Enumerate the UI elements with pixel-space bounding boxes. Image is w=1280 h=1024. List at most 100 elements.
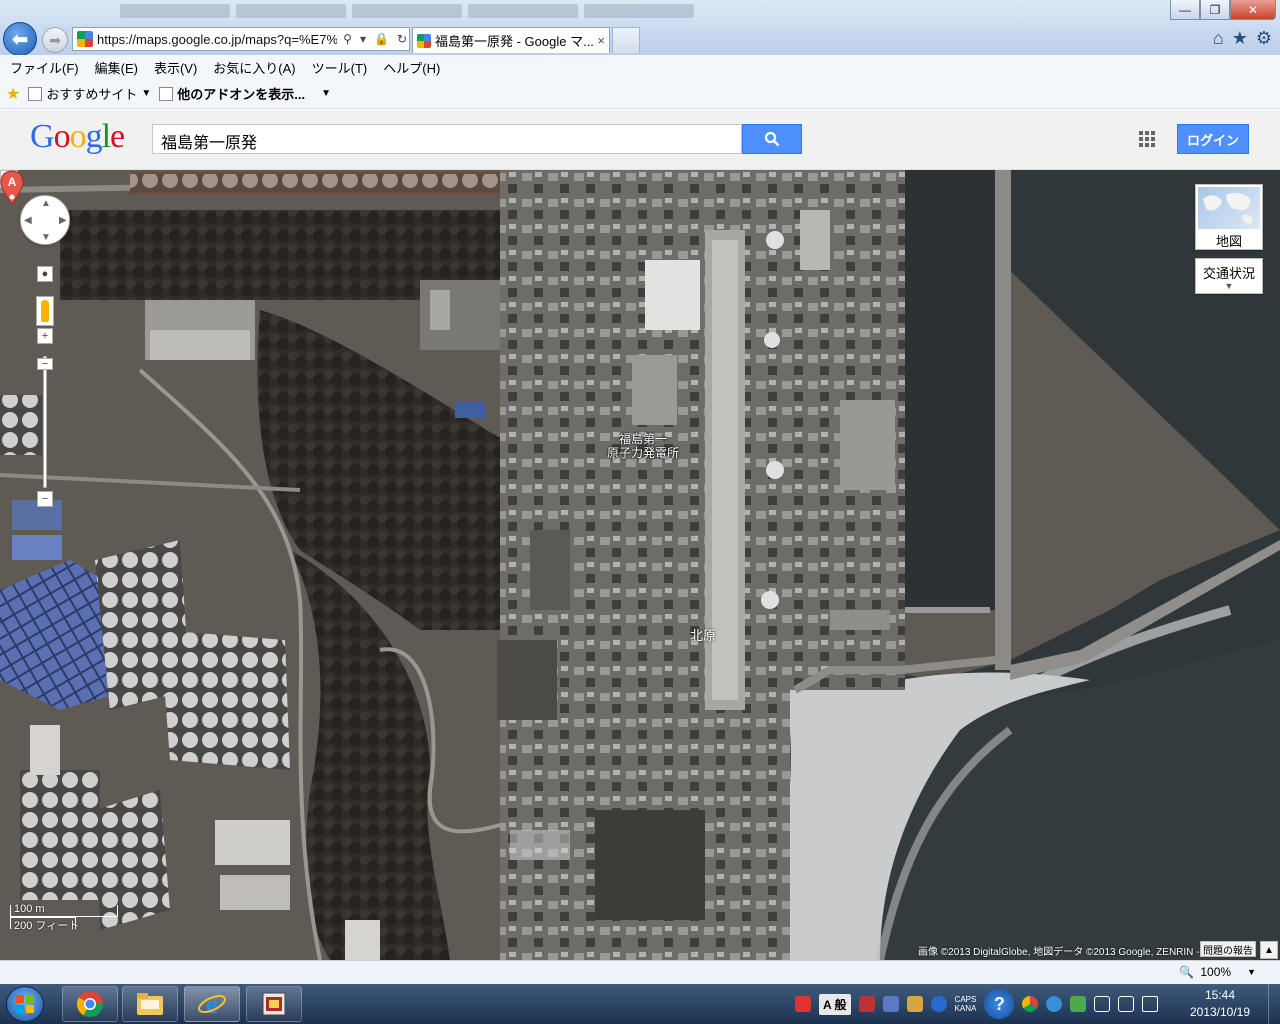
traffic-button[interactable]: 交通状況 ▼ [1195, 258, 1263, 294]
favorite-addons[interactable]: 他のアドオンを表示... [159, 84, 305, 103]
system-tray: A 般 CAPS KANA ? [795, 988, 1175, 1020]
pan-down-icon[interactable]: ▼ [41, 232, 51, 243]
tab-google-maps[interactable]: 福島第一原発 - Google マ... × [412, 27, 610, 53]
report-problem-link[interactable]: 問題の報告 [1200, 941, 1256, 957]
arrow-left-icon: ⬅ [11, 28, 29, 51]
favorites-star-icon[interactable]: ★ [1232, 28, 1248, 49]
satellite-imagery [0, 170, 1280, 960]
world-map-icon [1203, 192, 1253, 224]
pan-left-icon[interactable]: ◀ [24, 215, 32, 226]
ie-toolbar-icons: ⌂ ★ ⚙ [1213, 28, 1272, 49]
pan-up-icon[interactable]: ▲ [41, 198, 51, 209]
lock-icon[interactable]: 🔒 [372, 32, 391, 46]
refresh-icon[interactable]: ↻ [395, 32, 409, 46]
app-window-icon [262, 992, 286, 1016]
menu-tools[interactable]: ツール(T) [312, 58, 368, 77]
taskbar-explorer[interactable] [122, 986, 178, 1022]
marker-label: 福島第一 原子力発電所 [606, 432, 679, 460]
chrome-icon [76, 991, 104, 1018]
taskbar-ie[interactable]: e [184, 986, 240, 1022]
flag-icon[interactable] [1094, 996, 1111, 1012]
rotate-reset-icon[interactable]: ● [37, 266, 53, 282]
favorites-star-icon[interactable]: ★ [6, 84, 20, 104]
search-icon[interactable]: ⚲ [341, 32, 354, 46]
status-bar: 🔍 100% ▼ [0, 960, 1280, 984]
zoom-level-value: 100% [1200, 965, 1232, 979]
arrow-right-icon: ➡ [49, 31, 61, 48]
gear-icon[interactable]: ⚙ [1256, 28, 1272, 49]
pan-right-icon[interactable]: ▶ [59, 215, 67, 226]
map-attribution: 画像 ©2013 DigitalGlobe, 地図データ ©2013 Googl… [918, 947, 1200, 958]
marker-letter: A [8, 175, 17, 189]
zoom-in-button[interactable]: + [37, 328, 53, 344]
chrome-tray-icon[interactable] [1022, 996, 1039, 1012]
folder-icon [137, 993, 163, 1015]
minimize-button[interactable]: — [1170, 0, 1200, 20]
network-icon[interactable] [1118, 996, 1135, 1012]
apps-grid-icon[interactable] [1139, 131, 1155, 147]
zoom-slider-handle[interactable]: − [37, 358, 53, 370]
volume-icon[interactable] [1142, 996, 1159, 1012]
home-icon[interactable]: ⌂ [1213, 28, 1224, 49]
ime-pad-icon[interactable] [906, 996, 923, 1012]
back-button[interactable]: ⬅ [3, 22, 37, 56]
taskbar-chrome[interactable] [62, 986, 118, 1022]
show-desktop-button[interactable] [1268, 984, 1280, 1024]
pan-control[interactable]: ▲ ▼ ◀ ▶ [20, 195, 70, 245]
scale-imperial: 200 フィート [14, 920, 80, 932]
dropdown-icon[interactable]: ▾ [358, 32, 368, 46]
svg-text:e: e [206, 990, 218, 1019]
resize-corner-icon[interactable]: ▲ [1260, 941, 1278, 959]
google-logo[interactable]: Google [30, 118, 125, 156]
search-input[interactable]: 福島第一原発 [152, 124, 742, 154]
help-icon[interactable]: ? [984, 989, 1015, 1019]
satellite-map[interactable]: ▶ ▲ ▼ ◀ ▶ ● + − − 地図 交通状況 ▼ [0, 170, 1280, 960]
page-icon [28, 86, 43, 101]
ime-help-icon[interactable] [930, 996, 947, 1012]
magnifier-icon: 🔍 [1179, 965, 1195, 979]
map-type-button[interactable]: 地図 [1195, 184, 1263, 250]
close-button[interactable]: ✕ [1230, 0, 1276, 20]
address-url[interactable]: https://maps.google.co.jp/maps?q=%E7% [97, 32, 337, 47]
maximize-button[interactable]: ❐ [1200, 0, 1230, 20]
site-favicon [77, 31, 93, 47]
tab-favicon [417, 33, 431, 48]
tray-app-icon[interactable] [795, 996, 811, 1012]
login-button[interactable]: ログイン [1177, 124, 1249, 154]
ime-tool-icon[interactable] [858, 996, 875, 1012]
search-icon [764, 131, 780, 147]
favorites-bar: ★ おすすめサイト ▼ 他のアドオンを表示... ▼ [0, 79, 1280, 109]
map-pin-icon[interactable]: A [0, 170, 24, 206]
zoom-level[interactable]: 🔍 100% ▼ [1179, 965, 1256, 979]
chevron-down-icon[interactable]: ▼ [321, 88, 331, 99]
map-thumbnail [1198, 187, 1260, 229]
menu-file[interactable]: ファイル(F) [10, 58, 79, 77]
start-button[interactable] [6, 986, 44, 1022]
system-clock[interactable]: 15:44 2013/10/19 [1180, 987, 1260, 1021]
ime-mode-indicator[interactable]: A 般 [819, 993, 851, 1015]
menu-edit[interactable]: 編集(E) [95, 58, 138, 77]
tab-close-icon[interactable]: × [597, 33, 605, 48]
clock-date: 2013/10/19 [1189, 1005, 1251, 1019]
street-view-pegman-icon[interactable] [36, 296, 54, 326]
page-icon [159, 86, 174, 101]
windows-logo-icon [16, 995, 34, 1013]
favorite-suggested-sites[interactable]: おすすめサイト ▼ [28, 84, 151, 103]
network-tray-icon[interactable] [1046, 996, 1063, 1012]
menu-view[interactable]: 表示(V) [154, 58, 197, 77]
zoom-out-button[interactable]: − [37, 491, 53, 507]
new-tab-button[interactable] [612, 27, 640, 53]
address-bar[interactable]: https://maps.google.co.jp/maps?q=%E7% ⚲ … [72, 27, 410, 51]
google-header: Google 福島第一原発 ログイン [0, 110, 1280, 170]
ime-dict-icon[interactable] [882, 996, 899, 1012]
zoom-slider-track[interactable] [43, 356, 47, 488]
menu-help[interactable]: ヘルプ(H) [383, 58, 440, 77]
chevron-down-icon: ▼ [141, 88, 152, 99]
taskbar-app[interactable] [246, 986, 302, 1022]
security-tray-icon[interactable] [1070, 996, 1087, 1012]
internet-explorer-icon: e [198, 990, 226, 1019]
search-button[interactable] [742, 124, 802, 154]
menu-favorites[interactable]: お気に入り(A) [213, 58, 295, 77]
menu-bar: ファイル(F) 編集(E) 表示(V) お気に入り(A) ツール(T) ヘルプ(… [0, 55, 1280, 79]
forward-button[interactable]: ➡ [42, 27, 68, 53]
